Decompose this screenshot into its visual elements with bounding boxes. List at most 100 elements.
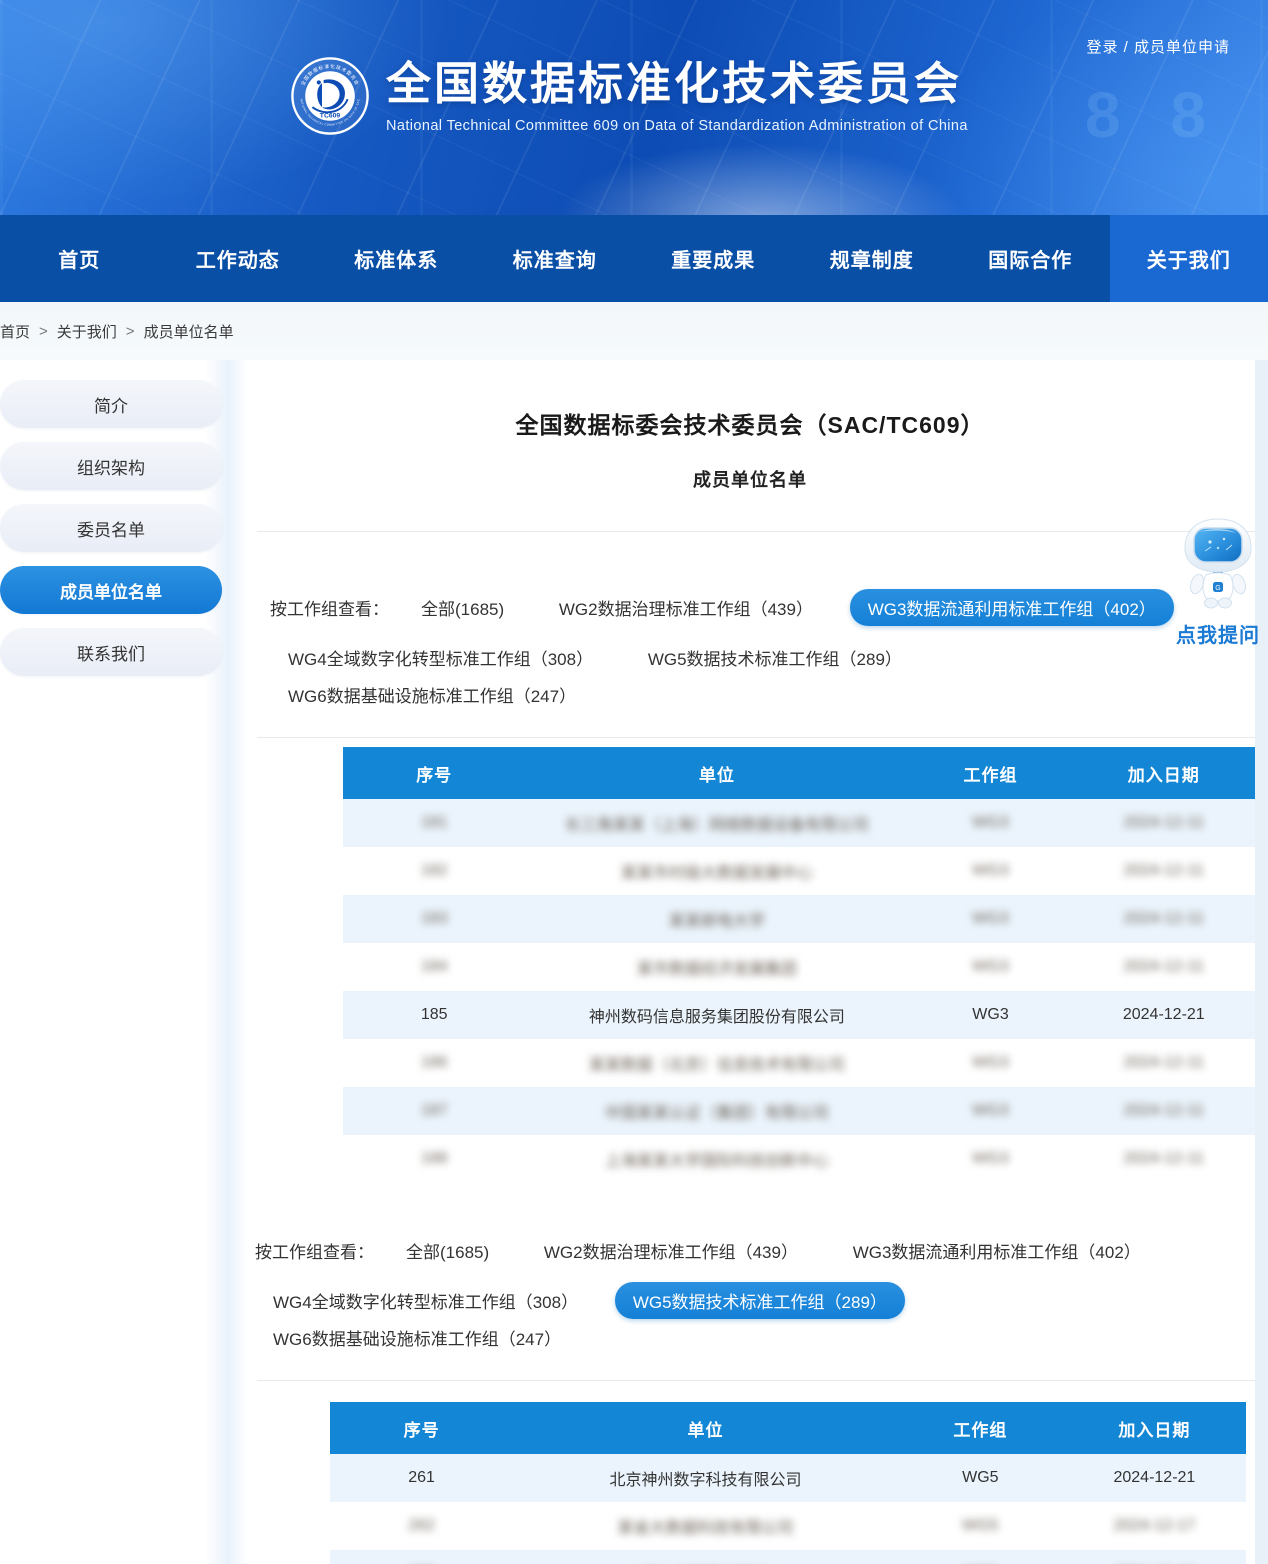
cell-unit: 北京神州数字科技有限公司 (513, 1454, 898, 1502)
nav-item[interactable]: 重要成果 (634, 215, 793, 302)
cell-index: 181 (343, 799, 525, 847)
cell-workgroup: WG3 (908, 991, 1072, 1039)
page-subtitle: 成员单位名单 (245, 466, 1255, 492)
cell-index: 188 (343, 1135, 525, 1183)
col-header-index: 序号 (343, 747, 525, 799)
cell-workgroup: WG5 (898, 1550, 1063, 1564)
table-row: 186 某某数据（北京）信息技术有限公司 WG3 2024-12-11 (343, 1039, 1255, 1087)
breadcrumb-home[interactable]: 首页 (0, 321, 30, 342)
cell-workgroup: WG3 (908, 943, 1072, 991)
cell-join-date: 2024-12-21 (1063, 1454, 1246, 1502)
filter-option-label: WG4全域数字化转型标准工作组（308） (273, 1288, 578, 1313)
sidebar-item-label: 组织架构 (77, 454, 145, 479)
content-area: 简介 组织架构 委员名单 成员单位名单 联系我们 全国 (0, 360, 1268, 1564)
table-row: 263 上海人工智能创新中心 WG5 2024-12-13 (330, 1550, 1246, 1564)
cell-unit: 某省大数据科技有限公司 (513, 1502, 898, 1550)
filter-option-label: WG2数据治理标准工作组（439） (544, 1238, 798, 1263)
workgroup-filter-option[interactable]: 全部(1685) (403, 589, 522, 626)
nav-item-label: 重要成果 (671, 244, 755, 273)
table-row: 262 某省大数据科技有限公司 WG5 2024-12-17 (330, 1502, 1246, 1550)
workgroup-filter-option[interactable]: WG2数据治理标准工作组（439） (526, 1232, 816, 1269)
robot-mascot-icon[interactable]: G (1180, 518, 1256, 610)
table-row: 181 长三角某某（上海）网络数据设备有限公司 WG3 2024-12-11 (343, 799, 1255, 847)
cell-index: 183 (343, 895, 525, 943)
table-row: 182 某某市村级大数据发展中心 WG3 2024-12-11 (343, 847, 1255, 895)
member-units-table-wg3: 序号 单位 工作组 加入日期 181 长三角某某（上海）网络数据设备有限公司 W… (343, 747, 1255, 1183)
assistant-label[interactable]: 点我提问 (1172, 619, 1264, 648)
nav-item-label: 关于我们 (1147, 244, 1231, 273)
col-header-unit: 单位 (513, 1402, 898, 1454)
workgroup-filter-option[interactable]: WG5数据技术标准工作组（289） (615, 1282, 905, 1319)
workgroup-filter-option[interactable]: WG6数据基础设施标准工作组（247） (255, 1319, 579, 1356)
table-row: 188 上海某某大学国际科技创新中心 WG3 2024-12-11 (343, 1135, 1255, 1183)
sidebar-item-label: 成员单位名单 (60, 578, 162, 603)
cell-workgroup: WG3 (908, 799, 1072, 847)
cell-join-date: 2024-12-11 (1073, 1039, 1255, 1087)
banner-brand: TC609 全国数据标准化技术委员会 NATIONAL TECHNICAL CO… (290, 56, 968, 136)
nav-item[interactable]: 关于我们 (1110, 215, 1268, 302)
nav-item-label: 国际合作 (988, 244, 1072, 273)
col-header-unit: 单位 (525, 747, 908, 799)
sidebar-item[interactable]: 成员单位名单 (0, 566, 222, 614)
filter-option-label: 全部(1685) (421, 595, 504, 620)
table-header-row: 序号 单位 工作组 加入日期 (343, 747, 1255, 799)
col-header-index: 序号 (330, 1402, 513, 1454)
workgroup-filter-option[interactable]: WG2数据治理标准工作组（439） (541, 589, 831, 626)
filter-option-label: WG3数据流通利用标准工作组（402） (868, 595, 1156, 620)
workgroup-filter-option[interactable]: WG4全域数字化转型标准工作组（308） (270, 639, 611, 676)
cell-unit: 长三角某某（上海）网络数据设备有限公司 (525, 799, 908, 847)
workgroup-filter-option[interactable]: WG5数据技术标准工作组（289） (630, 639, 920, 676)
login-link[interactable]: 登录 / 成员单位申请 (1086, 36, 1230, 57)
col-header-workgroup: 工作组 (898, 1402, 1063, 1454)
page-title: 全国数据标委会技术委员会（SAC/TC609） (245, 406, 1255, 440)
cell-join-date: 2024-12-11 (1073, 1087, 1255, 1135)
workgroup-filter-option[interactable]: WG4全域数字化转型标准工作组（308） (255, 1282, 596, 1319)
workgroup-filter-option[interactable]: WG6数据基础设施标准工作组（247） (270, 676, 594, 713)
cell-unit: 中国某某认证（集团）有限公司 (525, 1087, 908, 1135)
nav-item[interactable]: 标准查询 (476, 215, 635, 302)
nav-item[interactable]: 工作动态 (159, 215, 318, 302)
sidebar-item[interactable]: 简介 (0, 380, 222, 428)
col-header-workgroup: 工作组 (908, 747, 1072, 799)
nav-item-label: 首页 (58, 244, 100, 273)
breadcrumb-separator: > (39, 323, 48, 340)
filter-option-label: WG2数据治理标准工作组（439） (559, 595, 813, 620)
cell-join-date: 2024-12-11 (1073, 895, 1255, 943)
banner-titles: 全国数据标准化技术委员会 National Technical Committe… (386, 56, 968, 134)
sidebar-item[interactable]: 联系我们 (0, 628, 222, 676)
workgroup-filter-option[interactable]: WG3数据流通利用标准工作组（402） (835, 1232, 1159, 1269)
divider (257, 737, 1255, 738)
breadcrumb-about[interactable]: 关于我们 (57, 321, 117, 342)
filter-option-label: 全部(1685) (406, 1238, 489, 1263)
cell-unit: 某市数据经济发展集团 (525, 943, 908, 991)
nav-item[interactable]: 规章制度 (793, 215, 952, 302)
filter-prefix-label: 按工作组查看： (270, 595, 389, 620)
sidebar-item[interactable]: 委员名单 (0, 504, 222, 552)
nav-item[interactable]: 国际合作 (951, 215, 1110, 302)
cell-unit: 上海某某大学国际科技创新中心 (525, 1135, 908, 1183)
sidebar-item[interactable]: 组织架构 (0, 442, 222, 490)
nav-item[interactable]: 标准体系 (317, 215, 476, 302)
table-row: 261 北京神州数字科技有限公司 WG5 2024-12-21 (330, 1454, 1246, 1502)
cell-join-date: 2024-12-11 (1073, 1135, 1255, 1183)
workgroup-filter-option[interactable]: WG3数据流通利用标准工作组（402） (850, 589, 1174, 626)
filter-option-label: WG4全域数字化转型标准工作组（308） (288, 645, 593, 670)
assistant-widget[interactable]: G 点我提问 (1172, 518, 1264, 648)
filter-option-label: WG5数据技术标准工作组（289） (648, 645, 902, 670)
cell-index: 187 (343, 1087, 525, 1135)
breadcrumb: 首页 > 关于我们 > 成员单位名单 (0, 302, 1268, 360)
filter-options-row2: WG4全域数字化转型标准工作组（308） WG5数据技术标准工作组（289） W… (255, 1282, 1255, 1356)
table-row: 187 中国某某认证（集团）有限公司 WG3 2024-12-11 (343, 1087, 1255, 1135)
cell-index: 263 (330, 1550, 513, 1564)
cell-index: 185 (343, 991, 525, 1039)
site-subtitle-en: National Technical Committee 609 on Data… (386, 118, 968, 134)
filter-prefix-label: 按工作组查看： (255, 1238, 374, 1263)
logo-tc609-text: TC609 (320, 113, 341, 120)
workgroup-filter-option[interactable]: 全部(1685) (388, 1232, 507, 1269)
cell-unit: 某某数据（北京）信息技术有限公司 (525, 1039, 908, 1087)
cell-unit: 某某市村级大数据发展中心 (525, 847, 908, 895)
nav-item[interactable]: 首页 (0, 215, 159, 302)
table-row: 184 某市数据经济发展集团 WG3 2024-12-11 (343, 943, 1255, 991)
cell-join-date: 2024-12-21 (1073, 991, 1255, 1039)
nav-item-label: 工作动态 (196, 244, 280, 273)
